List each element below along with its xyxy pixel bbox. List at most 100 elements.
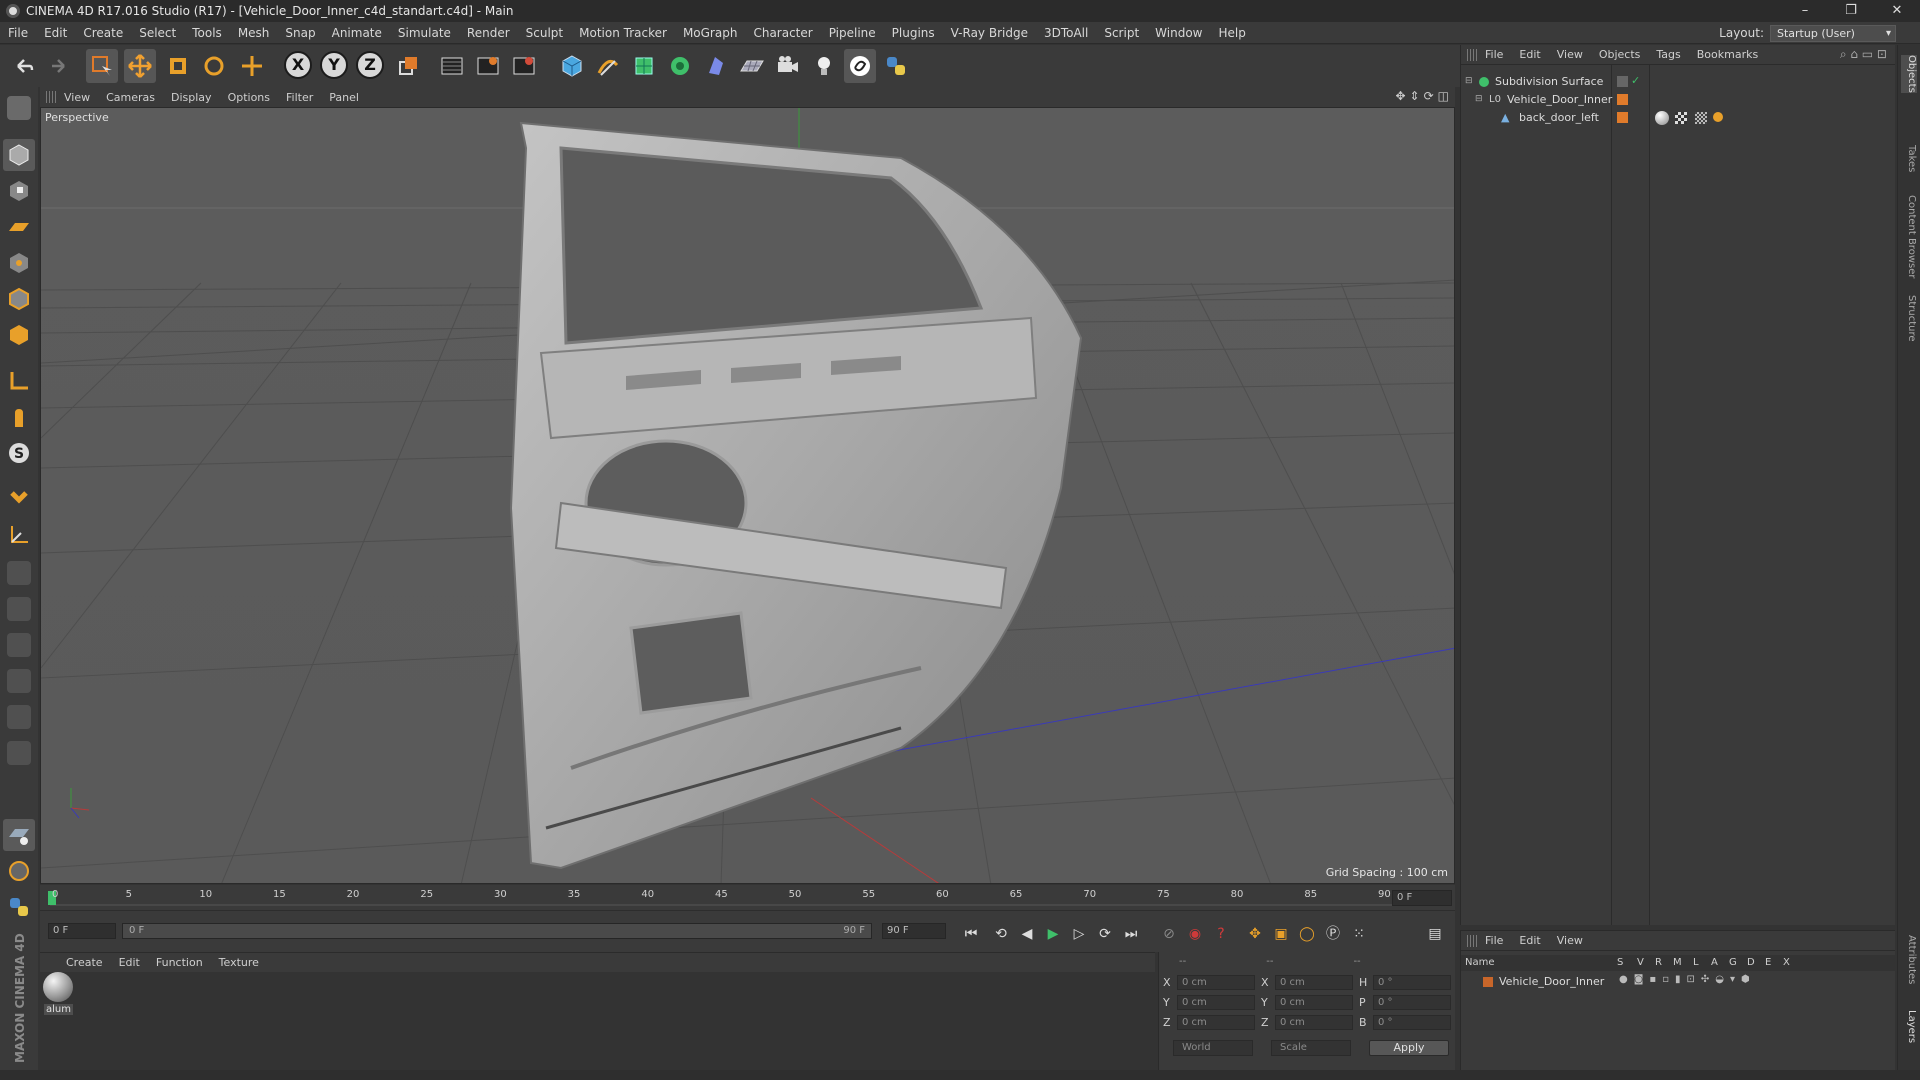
menu-mograph[interactable]: MoGraph xyxy=(675,22,746,44)
menu-file[interactable]: File xyxy=(0,22,36,44)
points-mode-button[interactable] xyxy=(3,247,35,279)
menu-create[interactable]: Create xyxy=(75,22,131,44)
viewport-menu-panel[interactable]: Panel xyxy=(321,91,367,104)
position-x-field[interactable]: 0 cm xyxy=(1177,974,1255,990)
tab-attributes[interactable]: Attributes xyxy=(1901,935,1917,984)
menu-render[interactable]: Render xyxy=(459,22,518,44)
enabled-check-icon[interactable]: ✓ xyxy=(1631,74,1640,87)
brush-tool-button[interactable] xyxy=(3,665,35,697)
perspective-viewport[interactable]: Perspective Grid Spacing : 100 cm xyxy=(40,107,1455,884)
menu-character[interactable]: Character xyxy=(745,22,820,44)
redo-button[interactable] xyxy=(42,49,74,83)
range-slider[interactable]: 0 F 90 F xyxy=(122,923,872,939)
key-position-button[interactable]: ✥ xyxy=(1244,923,1266,945)
layers-menu-view[interactable]: View xyxy=(1549,934,1591,947)
tab-structure[interactable]: Structure xyxy=(1901,295,1917,342)
material-menu-texture[interactable]: Texture xyxy=(211,956,267,969)
menu-select[interactable]: Select xyxy=(131,22,184,44)
position-z-field[interactable]: 0 cm xyxy=(1177,1014,1255,1030)
menu-snap[interactable]: Snap xyxy=(277,22,323,44)
previous-frame-button[interactable]: ◀ xyxy=(1016,923,1038,945)
y-axis-button[interactable]: Y xyxy=(320,51,348,79)
material-tag-icon[interactable] xyxy=(1655,111,1669,125)
solo-button[interactable] xyxy=(3,819,35,851)
layer-name[interactable]: Vehicle_Door_Inner xyxy=(1499,975,1604,988)
light-button[interactable] xyxy=(808,49,840,83)
size-y-field[interactable]: 0 cm xyxy=(1275,994,1353,1010)
maximize-button[interactable]: ❐ xyxy=(1828,0,1874,22)
layer-color-box[interactable] xyxy=(1617,112,1628,123)
key-rotation-button[interactable]: ◯ xyxy=(1296,923,1318,945)
objects-menu-bookmarks[interactable]: Bookmarks xyxy=(1689,48,1766,61)
next-key-button[interactable]: ⟳ xyxy=(1094,923,1116,945)
layer-row[interactable]: Vehicle_Door_Inner ●◙▪▫▮⊡✣◒▾⬢ xyxy=(1461,973,1895,991)
previous-key-button[interactable]: ⟲ xyxy=(990,923,1012,945)
menu-plugins[interactable]: Plugins xyxy=(884,22,943,44)
layer-color-swatch[interactable] xyxy=(1483,977,1493,987)
key-pla-button[interactable]: ⁙ xyxy=(1348,923,1370,945)
key-scale-button[interactable]: ▣ xyxy=(1270,923,1292,945)
position-y-field[interactable]: 0 cm xyxy=(1177,994,1255,1010)
rotation-b-field[interactable]: 0 ° xyxy=(1373,1014,1451,1030)
lock-z-button[interactable] xyxy=(3,629,35,661)
size-mode-select[interactable]: Scale xyxy=(1271,1040,1351,1056)
object-name[interactable]: Vehicle_Door_Inner xyxy=(1507,93,1612,106)
object-row[interactable]: ⊟ Subdivision Surface ✓ xyxy=(1461,73,1895,91)
tab-objects[interactable]: Objects xyxy=(1901,55,1917,93)
floor-button[interactable] xyxy=(736,49,768,83)
material-name[interactable]: alum xyxy=(44,1004,73,1015)
current-frame-field[interactable]: 0 F xyxy=(1392,890,1452,906)
python-console-button[interactable] xyxy=(3,891,35,923)
model-mode-button[interactable] xyxy=(3,139,35,171)
menu-window[interactable]: Window xyxy=(1147,22,1210,44)
texture-tag-icon[interactable] xyxy=(1695,112,1707,124)
x-axis-button[interactable]: X xyxy=(284,51,312,79)
menu-sculpt[interactable]: Sculpt xyxy=(518,22,571,44)
snapping-button[interactable]: S xyxy=(3,437,35,469)
material-menu-create[interactable]: Create xyxy=(40,956,111,969)
undo-button[interactable] xyxy=(8,49,40,83)
menu-help[interactable]: Help xyxy=(1210,22,1253,44)
minimize-button[interactable]: – xyxy=(1782,0,1828,22)
collapse-icon[interactable]: ⊟ xyxy=(1475,94,1483,104)
tab-content-browser[interactable]: Content Browser xyxy=(1901,195,1917,278)
objects-menu-file[interactable]: File xyxy=(1477,48,1511,61)
workplane-axis-button[interactable] xyxy=(3,519,35,551)
material-preview-alum[interactable] xyxy=(43,972,73,1002)
object-row[interactable]: ▲ back_door_left xyxy=(1461,109,1895,127)
live-selection-button[interactable] xyxy=(86,49,118,83)
lock-y-button[interactable] xyxy=(3,593,35,625)
toggle-layout-icon[interactable]: ◫ xyxy=(1438,89,1449,103)
layer-toggle-icons[interactable]: ●◙▪▫▮⊡✣◒▾⬢ xyxy=(1619,974,1756,985)
play-button[interactable]: ▶ xyxy=(1042,923,1064,945)
objects-menu-tags[interactable]: Tags xyxy=(1648,48,1688,61)
menu-3dtoall[interactable]: 3DToAll xyxy=(1036,22,1096,44)
end-frame-field[interactable]: 90 F xyxy=(882,923,946,939)
objects-menu-edit[interactable]: Edit xyxy=(1511,48,1548,61)
xpresso-button[interactable] xyxy=(3,855,35,887)
layers-menu-edit[interactable]: Edit xyxy=(1511,934,1548,947)
pen-button[interactable] xyxy=(592,49,624,83)
start-frame-field[interactable]: 0 F xyxy=(48,923,116,939)
camera-button[interactable] xyxy=(772,49,804,83)
cube-button[interactable] xyxy=(556,49,588,83)
go-to-end-button[interactable]: ⏭ xyxy=(1120,923,1142,945)
transform-button[interactable] xyxy=(236,49,268,83)
z-axis-button[interactable]: Z xyxy=(356,51,384,79)
phong-tag-icon[interactable] xyxy=(1713,112,1723,122)
menu-edit[interactable]: Edit xyxy=(36,22,75,44)
rotation-h-field[interactable]: 0 ° xyxy=(1373,974,1451,990)
autokey-button[interactable]: ◉ xyxy=(1184,923,1206,945)
spline-tool-button[interactable] xyxy=(3,701,35,733)
knife-tool-button[interactable] xyxy=(3,737,35,769)
subdivision-button[interactable] xyxy=(628,49,660,83)
collapse-icon[interactable]: ⊟ xyxy=(1465,76,1473,86)
size-z-field[interactable]: 0 cm xyxy=(1275,1014,1353,1030)
render-view-button[interactable] xyxy=(436,49,468,83)
texture-mode-button[interactable] xyxy=(3,175,35,207)
viewport-menu-display[interactable]: Display xyxy=(163,91,220,104)
layer-color-box[interactable] xyxy=(1617,76,1628,87)
menu-tools[interactable]: Tools xyxy=(184,22,230,44)
menu-script[interactable]: Script xyxy=(1096,22,1147,44)
menu-mesh[interactable]: Mesh xyxy=(230,22,278,44)
